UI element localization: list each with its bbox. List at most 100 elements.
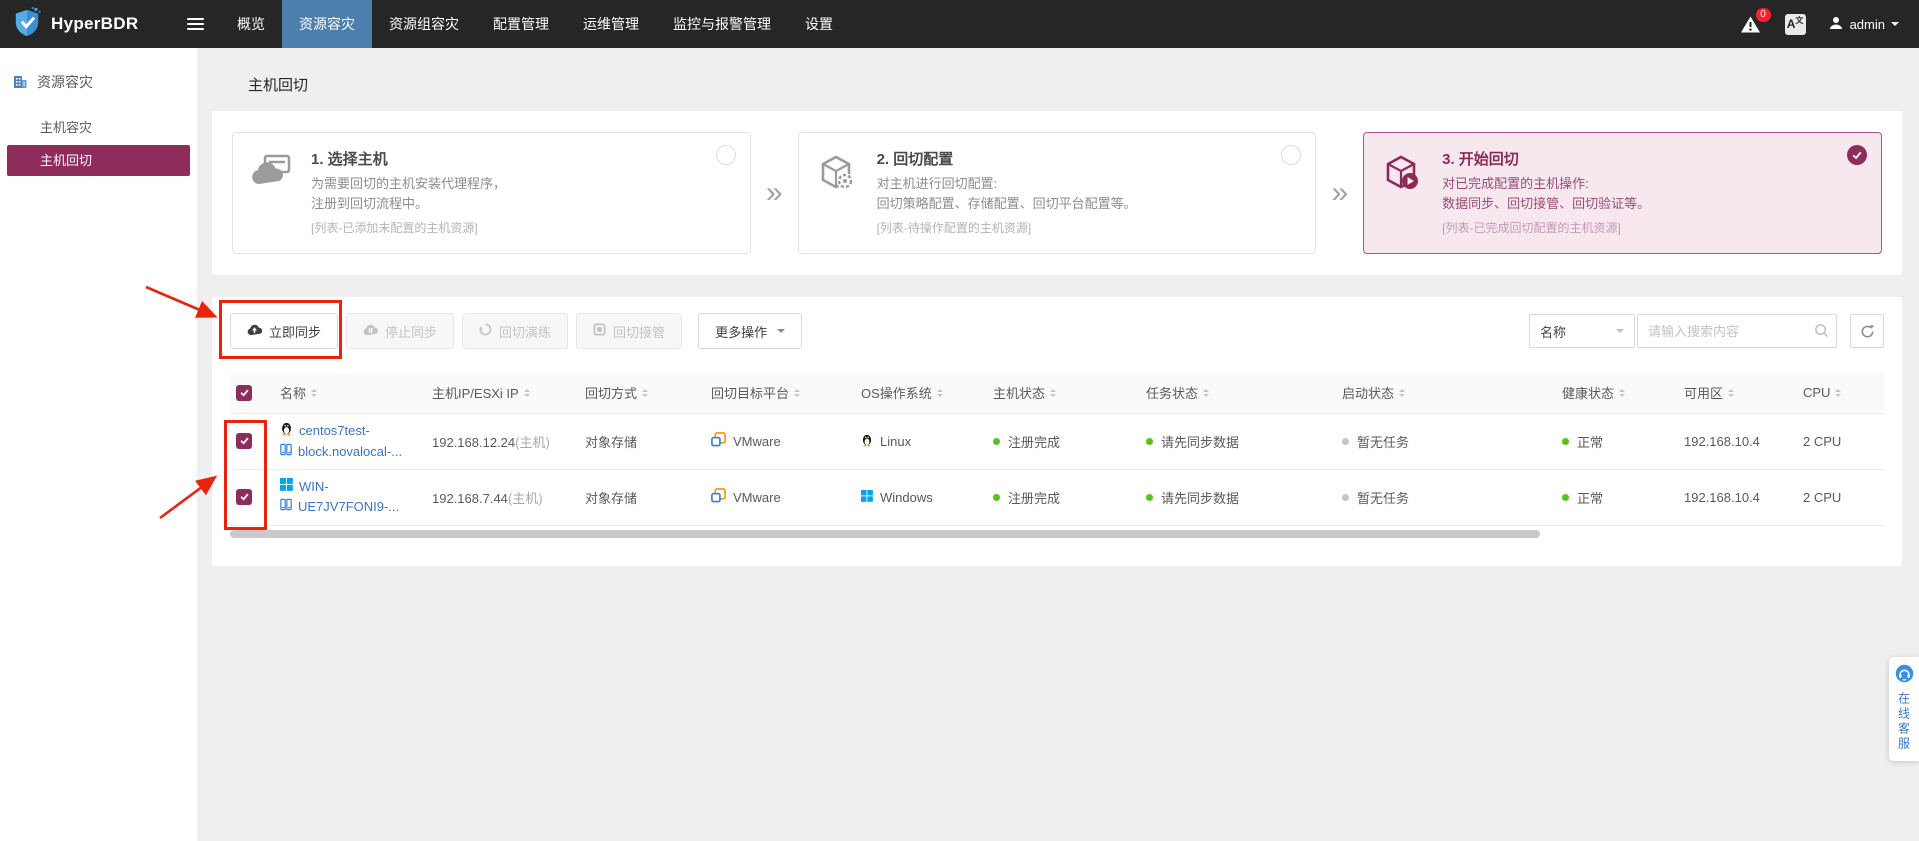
stop-sync-button[interactable]: 停止同步	[346, 313, 455, 349]
zone: 192.168.10.4	[1678, 469, 1797, 526]
main-content: 主机回切 1. 选择主机 为需要回切的主机安装代理程序， 注册到回切流程中。 […	[197, 48, 1919, 841]
sort-icon[interactable]	[1203, 386, 1210, 400]
wizard-steps-panel: 1. 选择主机 为需要回切的主机安装代理程序， 注册到回切流程中。 [列表-已添…	[212, 111, 1902, 275]
top-navbar: HyperBDR 概览 资源容灾 资源组容灾 配置管理 运维管理 监控与报警管理…	[0, 0, 1919, 48]
sidebar-item-host-failback[interactable]: 主机回切	[7, 145, 190, 176]
column-header-zone[interactable]: 可用区	[1678, 373, 1797, 414]
column-header-platform[interactable]: 回切目标平台	[705, 373, 855, 414]
column-header-os[interactable]: OS操作系统	[855, 373, 987, 414]
step-radio-unchecked[interactable]	[715, 145, 736, 165]
step-card-select-host[interactable]: 1. 选择主机 为需要回切的主机安装代理程序， 注册到回切流程中。 [列表-已添…	[232, 132, 751, 254]
user-menu[interactable]: admin	[1828, 15, 1899, 34]
filter-field-select[interactable]: 名称	[1529, 314, 1635, 348]
select-all-checkbox[interactable]	[236, 384, 252, 401]
refresh-button[interactable]	[1850, 314, 1884, 348]
nav-item-settings[interactable]: 设置	[788, 0, 850, 48]
boot-status: 暂无任务	[1357, 434, 1410, 450]
stop-sync-label: 停止同步	[385, 324, 438, 340]
search-input[interactable]	[1637, 314, 1837, 348]
user-icon	[1828, 15, 1844, 34]
step-desc: 数据同步、回切接管、回切验证等。	[1442, 196, 1651, 212]
host-status: 注册完成	[1008, 434, 1061, 450]
status-dot-green	[1562, 493, 1569, 501]
sidebar: 资源容灾 主机容灾 主机回切	[0, 48, 197, 841]
nav-item-resource-group-dr[interactable]: 资源组容灾	[372, 0, 476, 48]
column-header-task-status[interactable]: 任务状态	[1140, 373, 1336, 414]
step-title: 1. 选择主机	[311, 151, 388, 168]
nav-item-overview[interactable]: 概览	[220, 0, 282, 48]
host-table: 名称 主机IP/ESXi IP 回切方式 回切目标平台 OS操作系统 主机状态 …	[230, 373, 1884, 526]
zone: 192.168.10.4	[1678, 413, 1797, 470]
sidebar-section-header: 资源容灾	[0, 72, 197, 110]
sort-icon[interactable]	[642, 386, 649, 400]
step-card-start-failback[interactable]: 3. 开始回切 对已完成配置的主机操作: 数据同步、回切接管、回切验证等。 [列…	[1363, 132, 1882, 254]
volume-list-icon	[280, 497, 292, 517]
step-radio-unchecked[interactable]	[1281, 145, 1302, 165]
sidebar-item-host-dr[interactable]: 主机容灾	[7, 112, 190, 143]
step-check-icon[interactable]	[1847, 145, 1867, 165]
menu-toggle-icon[interactable]	[170, 0, 220, 48]
step-desc: 对主机进行回切配置:	[876, 176, 998, 191]
username: admin	[1849, 16, 1885, 32]
column-header-ip[interactable]: 主机IP/ESXi IP	[426, 373, 579, 414]
table-row: centos7test- block.novalocal-... 192.168…	[230, 413, 1884, 470]
failback-drill-label: 回切演练	[499, 324, 552, 340]
sort-icon[interactable]	[311, 386, 318, 400]
sort-icon[interactable]	[1728, 386, 1735, 400]
chevron-down-icon	[1891, 22, 1899, 30]
host-name-link[interactable]: WIN-	[299, 477, 329, 497]
status-dot-green	[993, 437, 1000, 445]
nav-item-resource-dr[interactable]: 资源容灾	[282, 0, 372, 48]
search-icon[interactable]	[1814, 323, 1829, 343]
failback-mode: 对象存储	[579, 469, 705, 526]
more-actions-label: 更多操作	[715, 324, 768, 340]
sort-icon[interactable]	[1835, 386, 1842, 400]
brand[interactable]: HyperBDR	[0, 0, 170, 48]
alarm-icon[interactable]: 0	[1739, 8, 1771, 36]
host-name-link[interactable]: UE7JV7FONI9-...	[298, 497, 399, 517]
nav-item-monitor-alarm[interactable]: 监控与报警管理	[656, 0, 788, 48]
main-nav: 概览 资源容灾 资源组容灾 配置管理 运维管理 监控与报警管理 设置	[220, 0, 850, 48]
host-table-panel: 立即同步 停止同步 回切演练 回切接管 更多操作 名称 请输入搜索内容 名称 主…	[212, 297, 1902, 566]
step-title: 3. 开始回切	[1442, 151, 1519, 168]
more-actions-button[interactable]: 更多操作	[698, 313, 803, 349]
nav-item-ops-mgmt[interactable]: 运维管理	[566, 0, 656, 48]
search-group: 名称	[1529, 314, 1884, 348]
row-checkbox[interactable]	[236, 488, 252, 505]
host-name-link[interactable]: block.novalocal-...	[298, 442, 402, 462]
step-card-text: 2. 回切配置 对主机进行回切配置: 回切策略配置、存储配置、回切平台配置等。 …	[877, 148, 1137, 241]
host-name-link[interactable]: centos7test-	[299, 421, 370, 441]
failback-takeover-button[interactable]: 回切接管	[576, 313, 683, 349]
column-header-mode[interactable]: 回切方式	[579, 373, 705, 414]
sidebar-section-label: 资源容灾	[37, 74, 93, 90]
step-card-failback-config[interactable]: 2. 回切配置 对主机进行回切配置: 回切策略配置、存储配置、回切平台配置等。 …	[797, 132, 1317, 254]
nav-item-config-mgmt[interactable]: 配置管理	[476, 0, 566, 48]
row-checkbox[interactable]	[236, 432, 252, 449]
language-switch-icon[interactable]: A文	[1784, 13, 1806, 35]
page-title: 主机回切	[248, 77, 309, 94]
table-toolbar: 立即同步 停止同步 回切演练 回切接管 更多操作 名称 请输入搜索内容	[230, 313, 1884, 349]
sort-icon[interactable]	[936, 386, 943, 400]
step-desc: 对已完成配置的主机操作:	[1442, 176, 1589, 191]
linux-icon	[861, 433, 873, 450]
cloud-sync-icon	[247, 324, 263, 339]
column-header-boot-status[interactable]: 启动状态	[1336, 373, 1556, 414]
column-header-cpu[interactable]: CPU	[1797, 373, 1884, 414]
sort-icon[interactable]	[1399, 386, 1406, 400]
horizontal-scrollbar[interactable]	[230, 529, 1540, 538]
status-dot-green	[1562, 437, 1569, 445]
host-ip: 192.168.12.24(主机)	[432, 434, 550, 450]
sort-icon[interactable]	[794, 386, 801, 400]
sort-icon[interactable]	[523, 386, 530, 400]
windows-icon	[280, 477, 293, 497]
status-dot-green	[1146, 493, 1153, 501]
sort-icon[interactable]	[1050, 386, 1057, 400]
column-header-host-status[interactable]: 主机状态	[987, 373, 1140, 414]
column-header-health[interactable]: 健康状态	[1556, 373, 1678, 414]
column-header-name[interactable]: 名称	[274, 373, 426, 414]
sort-icon[interactable]	[1619, 386, 1626, 400]
sync-now-button[interactable]: 立即同步	[230, 313, 339, 349]
chevron-down-icon	[1616, 329, 1624, 337]
failback-drill-button[interactable]: 回切演练	[462, 313, 569, 349]
online-support-widget[interactable]: 在线客服	[1889, 657, 1919, 761]
